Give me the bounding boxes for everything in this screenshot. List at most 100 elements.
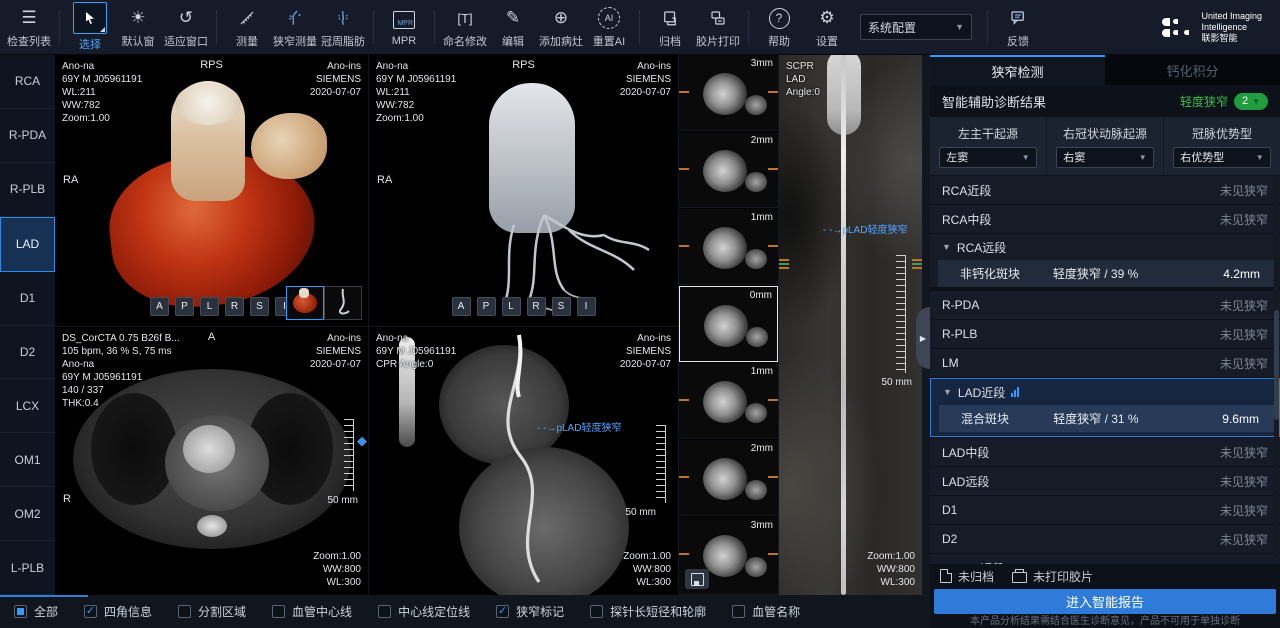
dominance-select[interactable]: 右优势型 ▼ [1173,147,1270,168]
checkbox-vessel-name[interactable]: 血管名称 [732,603,800,620]
segment-row-r-plb[interactable]: R-PLB 未见狭窄 [930,320,1280,348]
scrollbar-thumb[interactable] [1274,310,1279,420]
feedback-button[interactable]: 反馈 [995,2,1041,52]
cross-section-tile[interactable]: 1mm [679,363,778,439]
viewport-cpr[interactable]: Ano-na69Y M J05961191CPR Angle:0 Ano-ins… [369,327,678,595]
bar-chart-icon[interactable] [1011,387,1019,397]
sidebar-item-l-plb[interactable]: L-PLB [0,541,55,595]
axis-button-s[interactable]: S [250,297,269,316]
stenosis-measure-button[interactable]: 狭窄测量 [272,2,318,52]
lm-origin-select[interactable]: 左窦 ▼ [939,147,1036,168]
viewport-vrt-heart[interactable]: Ano-na69Y M J05961191 WL:211WW:782 Zoom:… [55,55,368,326]
orientation-label: RA [63,174,78,186]
sidebar-item-rca[interactable]: RCA [0,55,55,109]
sidebar-item-r-pda[interactable]: R-PDA [0,109,55,163]
select-tool-button[interactable]: 选择 [67,2,113,52]
exam-list-button[interactable]: ☰ 检查列表 [6,2,52,52]
perivascular-fat-button[interactable]: 冠周脂肪 [320,2,366,52]
panel-collapse-handle[interactable]: ▶ [916,307,930,369]
axis-button-l[interactable]: L [502,297,521,316]
gear-icon: ⚙ [814,5,840,31]
axis-button-l[interactable]: L [200,297,219,316]
default-window-button[interactable]: ☀ 默认窗 [115,2,161,52]
axis-button-i[interactable]: I [577,297,596,316]
vrt-thumbnail-heart[interactable] [286,286,324,320]
segment-row-rca-distal[interactable]: ▼RCA远段 [930,234,1280,260]
plaque-row-selected[interactable]: 混合斑块 轻度狭窄 / 31 % 9.6mm [939,405,1275,432]
rca-origin-select[interactable]: 右窦 ▼ [1056,147,1153,168]
orientation-buttons: A P L R S I [150,297,294,316]
cross-section-tile[interactable]: 3mm [679,55,778,131]
checkbox-indeterminate-icon [14,605,27,618]
severity-count-dropdown[interactable]: 2 ▼ [1234,93,1268,110]
reset-ai-icon: AI [596,5,622,31]
viewport-vrt-vessels[interactable]: Ano-na69Y M J05961191 WL:211WW:782 Zoom:… [369,55,678,326]
sidebar-item-r-plb[interactable]: R-PLB [0,163,55,217]
rename-button[interactable]: [T] 命名修改 [442,2,488,52]
axis-button-s[interactable]: S [552,297,571,316]
mpr-button[interactable]: MPR MPR [381,2,427,52]
segment-row-rca-mid[interactable]: RCA中段 未见狭窄 [930,205,1280,233]
sidebar-item-lcx[interactable]: LCX [0,379,55,433]
system-config-dropdown[interactable]: 系统配置 ▼ [860,14,972,40]
axis-button-p[interactable]: P [477,297,496,316]
measure-button[interactable]: 测量 [224,2,270,52]
enter-report-button[interactable]: 进入智能报告 [934,589,1276,614]
tab-calcium-score[interactable]: 钙化积分 [1105,55,1280,85]
save-snapshot-button[interactable] [685,569,709,589]
sidebar-item-lad[interactable]: LAD [0,217,55,272]
sidebar-item-om1[interactable]: OM1 [0,433,55,487]
checkbox-probe-diameter[interactable]: 探针长短径和轮廓 [590,603,706,620]
axis-button-p[interactable]: P [175,297,194,316]
cross-section-tile[interactable]: 1mm [679,209,778,285]
window-level-overlay: Zoom:1.00WW:800WL:300 [867,550,915,589]
segment-row-d2[interactable]: D2 未见狭窄 [930,525,1280,553]
axis-button-r[interactable]: R [225,297,244,316]
sidebar-item-d1[interactable]: D1 [0,272,55,326]
sidebar-item-d2[interactable]: D2 [0,326,55,380]
tab-stenosis-detection[interactable]: 狭窄检测 [930,55,1105,85]
chevron-down-icon: ▼ [1252,97,1260,106]
help-button[interactable]: ? 帮助 [756,2,802,52]
film-print-icon [705,5,731,31]
anatomy-selects: 左主干起源 左窦 ▼ 右冠状动脉起源 右窦 ▼ 冠脉优势型 右优势型 ▼ [930,117,1280,175]
plaque-row[interactable]: 非钙化斑块 轻度狭窄 / 39 % 4.2mm [938,260,1276,287]
film-print-button[interactable]: 胶片打印 [695,2,741,52]
segment-row-lad-mid[interactable]: LAD中段 未见狭窄 [930,438,1280,466]
axis-button-a[interactable]: A [452,297,471,316]
segment-row-r-pda[interactable]: R-PDA 未见狭窄 [930,291,1280,319]
slice-slider-handle[interactable]: ◆ [357,433,367,449]
checkbox-centerline-locator[interactable]: 中心线定位线 [378,603,470,620]
scale-ruler [896,255,906,373]
sidebar-item-om2[interactable]: OM2 [0,487,55,541]
segment-row-lm[interactable]: LM 未见狭窄 [930,349,1280,377]
viewport-scpr[interactable]: SCPRLADAngle:0 - -→pLAD轻度狭窄 50 mm Zoom:1… [779,55,922,595]
fit-window-button[interactable]: ↺ 适应窗口 [163,2,209,52]
checkbox-unchecked-icon [378,605,391,618]
segment-row-lad-proximal[interactable]: ▼LAD近段 [931,379,1279,405]
add-lesion-button[interactable]: ⊕ 添加病灶 [538,2,584,52]
checkbox-segmentation[interactable]: 分割区域 [178,603,246,620]
panel-scrollbar[interactable] [1274,176,1279,558]
checkbox-corner-info[interactable]: ✓ 四角信息 [84,603,152,620]
checkbox-all[interactable]: 全部 [14,603,58,620]
viewport-axial-ct[interactable]: DS_CorCTA 0.75 B26f B...105 bpm, 36 % S,… [55,327,368,595]
archive-button[interactable]: 归档 [647,2,693,52]
help-icon: ? [766,5,792,31]
chevron-expand-icon: ▼ [942,242,951,252]
segment-row-lad-distal[interactable]: LAD远段 未见狭窄 [930,467,1280,495]
cross-section-tile[interactable]: 2mm [679,440,778,516]
checkbox-stenosis-marker[interactable]: ✓ 狭窄标记 [496,603,564,620]
axis-button-r[interactable]: R [527,297,546,316]
segment-row-d1[interactable]: D1 未见狭窄 [930,496,1280,524]
axis-button-a[interactable]: A [150,297,169,316]
cross-section-tile[interactable]: 2mm [679,132,778,208]
diagnosis-panel: 狭窄检测 钙化积分 智能辅助诊断结果 轻度狭窄 2 ▼ 左主干起源 左窦 ▼ [930,55,1280,628]
cross-section-tile-selected[interactable]: 0mm [679,286,778,362]
checkbox-centerline[interactable]: 血管中心线 [272,603,352,620]
segment-row-rca-proximal[interactable]: RCA近段 未见狭窄 [930,176,1280,204]
edit-button[interactable]: ✎ 编辑 [490,2,536,52]
settings-button[interactable]: ⚙ 设置 [804,2,850,52]
reset-ai-button[interactable]: AI 重置AI [586,2,632,52]
vrt-thumbnail-vessels[interactable] [324,286,362,320]
